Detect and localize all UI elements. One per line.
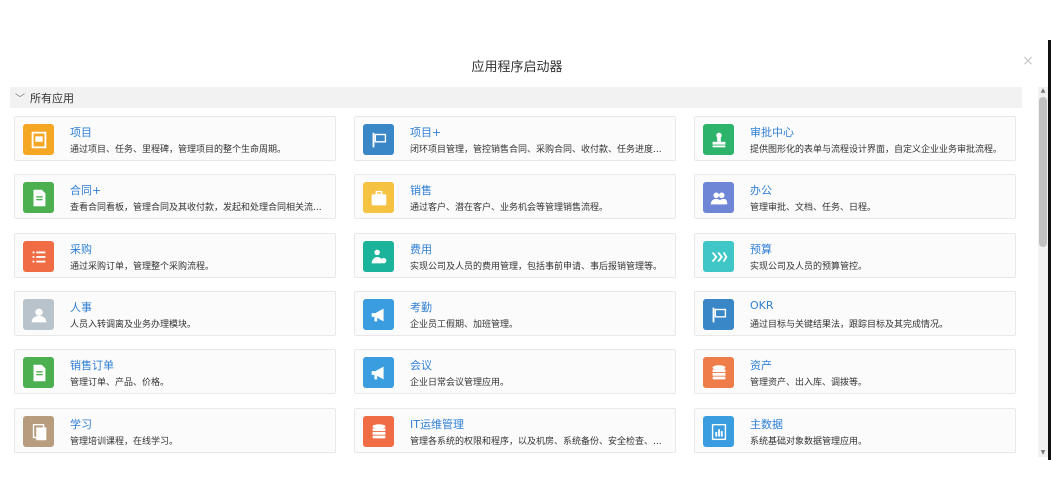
app-card[interactable]: 审批中心提供图形化的表单与流程设计界面，自定义企业业务审批流程。 bbox=[694, 116, 1016, 161]
app-card[interactable]: 资产管理资产、出入库、调拨等。 bbox=[694, 349, 1016, 394]
app-description: 管理订单、产品、价格。 bbox=[70, 378, 170, 388]
app-description: 通过项目、任务、里程碑，管理项目的整个生命周期。 bbox=[70, 145, 287, 155]
sales-order-icon bbox=[23, 357, 54, 388]
app-card[interactable]: 项目+ 闭环项目管理，管控销售合同、采购合同、收付款、任务进度... bbox=[354, 116, 676, 161]
megaphone-icon bbox=[363, 299, 394, 330]
app-launcher-dialog: 应用程序启动器 × ﹀ 所有应用 项目通过项目、任务、里程碑，管理项目的整个生命… bbox=[0, 0, 1051, 500]
app-card[interactable]: IT运维管理管理各系统的权限和程序，以及机房、系统备份、安全检查、... bbox=[354, 408, 676, 453]
app-description: 企业日常会议管理应用。 bbox=[410, 378, 510, 388]
approval-stamp-icon bbox=[703, 124, 734, 155]
master-data-icon bbox=[703, 416, 734, 447]
app-name[interactable]: 项目+ bbox=[410, 124, 441, 140]
section-label: 所有应用 bbox=[30, 91, 74, 105]
app-name[interactable]: 考勤 bbox=[410, 299, 432, 315]
app-card[interactable]: OKR 通过目标与关键结果法，跟踪目标及其完成情况。 bbox=[694, 291, 1016, 336]
app-card[interactable]: 销售通过客户、潜在客户、业务机会等管理销售流程。 bbox=[354, 174, 676, 219]
list-icon bbox=[23, 241, 54, 272]
app-description: 系统基础对象数据管理应用。 bbox=[750, 437, 868, 447]
app-card[interactable]: 预算实现公司及人员的预算管控。 bbox=[694, 233, 1016, 278]
app-name[interactable]: 人事 bbox=[70, 299, 92, 315]
app-name[interactable]: 合同+ bbox=[70, 182, 101, 198]
app-description: 通过目标与关键结果法，跟踪目标及其完成情况。 bbox=[750, 320, 949, 330]
app-description: 实现公司及人员的费用管理，包括事前申请、事后报销管理等。 bbox=[410, 262, 663, 272]
app-card[interactable]: 学习管理培训课程，在线学习。 bbox=[14, 408, 336, 453]
app-grid: 项目通过项目、任务、里程碑，管理项目的整个生命周期。 项目+ 闭环项目管理，管控销售… bbox=[14, 116, 1020, 456]
app-card[interactable]: 办公管理审批、文档、任务、日程。 bbox=[694, 174, 1016, 219]
app-name[interactable]: 项目 bbox=[70, 124, 92, 140]
app-name[interactable]: 主数据 bbox=[750, 416, 783, 432]
app-name[interactable]: 审批中心 bbox=[750, 124, 794, 140]
app-name[interactable]: OKR bbox=[750, 299, 774, 312]
scrollbar-thumb[interactable] bbox=[1039, 97, 1047, 247]
app-card[interactable]: 合同+ 查看合同看板，管理合同及其收付款，发起和处理合同相关流... bbox=[14, 174, 336, 219]
app-card[interactable]: 采购通过采购订单，管理整个采购流程。 bbox=[14, 233, 336, 278]
app-card[interactable]: 费用实现公司及人员的费用管理，包括事前申请、事后报销管理等。 bbox=[354, 233, 676, 278]
app-name[interactable]: 办公 bbox=[750, 182, 772, 198]
app-description: 闭环项目管理，管控销售合同、采购合同、收付款、任务进度... bbox=[410, 145, 662, 155]
scrollbar[interactable]: ▲ ▼ bbox=[1038, 87, 1048, 457]
app-description: 查看合同看板，管理合同及其收付款，发起和处理合同相关流... bbox=[70, 203, 322, 213]
app-name[interactable]: 学习 bbox=[70, 416, 92, 432]
app-name[interactable]: 销售订单 bbox=[70, 357, 114, 373]
chevron-down-icon: ﹀ bbox=[15, 94, 25, 105]
close-icon[interactable]: × bbox=[1019, 52, 1037, 70]
app-card[interactable]: 项目通过项目、任务、里程碑，管理项目的整个生命周期。 bbox=[14, 116, 336, 161]
app-name[interactable]: 会议 bbox=[410, 357, 432, 373]
app-description: 管理培训课程，在线学习。 bbox=[70, 437, 179, 447]
briefcase-icon bbox=[363, 182, 394, 213]
app-card[interactable]: 销售订单管理订单、产品、价格。 bbox=[14, 349, 336, 394]
okr-icon bbox=[703, 299, 734, 330]
app-card[interactable]: 人事人员入转调离及业务办理模块。 bbox=[14, 291, 336, 336]
app-description: 提供图形化的表单与流程设计界面，自定义企业业务审批流程。 bbox=[750, 145, 1003, 155]
scroll-down-icon[interactable]: ▼ bbox=[1038, 449, 1048, 457]
app-description: 企业员工假期、加班管理。 bbox=[410, 320, 519, 330]
app-card[interactable]: 考勤企业员工假期、加班管理。 bbox=[354, 291, 676, 336]
scroll-up-icon[interactable]: ▲ bbox=[1038, 87, 1048, 95]
app-description: 管理各系统的权限和程序，以及机房、系统备份、安全检查、... bbox=[410, 437, 662, 447]
person-icon bbox=[23, 299, 54, 330]
asset-icon bbox=[703, 357, 734, 388]
learning-icon bbox=[23, 416, 54, 447]
app-description: 管理资产、出入库、调拨等。 bbox=[750, 378, 868, 388]
meeting-icon bbox=[363, 357, 394, 388]
contract-icon bbox=[23, 182, 54, 213]
app-description: 实现公司及人员的预算管控。 bbox=[750, 262, 868, 272]
app-description: 人员入转调离及业务办理模块。 bbox=[70, 320, 197, 330]
app-name[interactable]: 资产 bbox=[750, 357, 772, 373]
app-name[interactable]: 销售 bbox=[410, 182, 432, 198]
app-description: 管理审批、文档、任务、日程。 bbox=[750, 203, 877, 213]
project-icon bbox=[23, 124, 54, 155]
dialog-title: 应用程序启动器 bbox=[471, 60, 563, 75]
budget-icon bbox=[703, 241, 734, 272]
project-plus-icon bbox=[363, 124, 394, 155]
expense-icon bbox=[363, 241, 394, 272]
app-description: 通过采购订单，管理整个采购流程。 bbox=[70, 262, 215, 272]
app-name[interactable]: IT运维管理 bbox=[410, 416, 464, 432]
app-description: 通过客户、潜在客户、业务机会等管理销售流程。 bbox=[410, 203, 609, 213]
app-name[interactable]: 采购 bbox=[70, 241, 92, 257]
section-all-apps[interactable]: ﹀ 所有应用 bbox=[10, 87, 1022, 108]
app-name[interactable]: 预算 bbox=[750, 241, 772, 257]
app-card[interactable]: 主数据系统基础对象数据管理应用。 bbox=[694, 408, 1016, 453]
people-icon bbox=[703, 182, 734, 213]
it-ops-icon bbox=[363, 416, 394, 447]
app-name[interactable]: 费用 bbox=[410, 241, 432, 257]
app-card[interactable]: 会议企业日常会议管理应用。 bbox=[354, 349, 676, 394]
